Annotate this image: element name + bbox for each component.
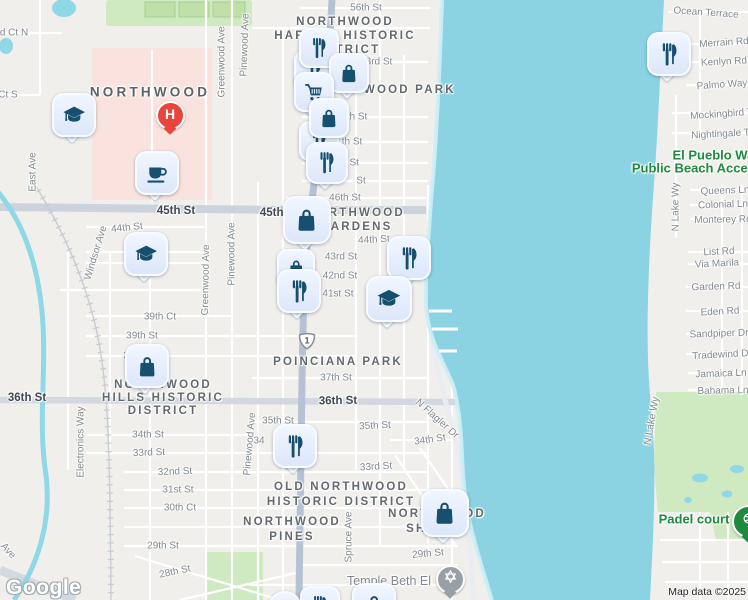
restaurant-icon [306, 142, 348, 184]
restaurant-icon [273, 424, 317, 468]
poi-label[interactable]: Padel court [659, 512, 730, 527]
graduation-cap-icon [52, 93, 96, 137]
search-icon [268, 591, 302, 600]
graduation-cap-icon [124, 232, 168, 276]
road-45th-st [0, 203, 426, 214]
restaurant-icon [647, 32, 691, 76]
coffee-icon [135, 151, 179, 195]
restaurant-map-marker[interactable] [277, 269, 321, 319]
shopping-bag-icon [309, 98, 349, 138]
map-attribution: Map data ©2025 [668, 586, 746, 598]
us-route-1-shield: 1 [297, 331, 317, 358]
graduation-cap-map-marker[interactable] [366, 276, 412, 329]
hospital-marker[interactable]: H [155, 100, 185, 135]
google-logo[interactable]: Google [6, 576, 81, 600]
restaurant-icon [300, 586, 340, 600]
sport-fields [144, 1, 246, 18]
map-canvas[interactable]: d Ct N Ct S 56th St 3rd St th St th St h St St 4… [0, 0, 748, 600]
restaurant-icon [277, 269, 321, 313]
synagogue-icon[interactable] [435, 564, 465, 599]
shopping-bag-icon [421, 489, 469, 537]
shopping-bag-icon [283, 196, 331, 244]
shopping-bag-icon [125, 344, 169, 388]
graduation-cap-map-marker[interactable] [124, 232, 168, 282]
shopping-bag-map-marker[interactable] [352, 583, 396, 600]
road-36th-st [0, 396, 457, 406]
coffee-map-marker[interactable] [135, 151, 179, 201]
shopping-bag-map-marker[interactable] [309, 98, 349, 144]
shopping-bag-map-marker[interactable] [125, 344, 169, 394]
restaurant-icon [387, 236, 431, 280]
synagogue-icon-glyph [443, 569, 458, 589]
padel-court-icon-glyph [741, 511, 748, 531]
restaurant-map-marker[interactable] [306, 142, 348, 190]
svg-text:1: 1 [304, 336, 309, 346]
restaurant-map-marker[interactable] [300, 586, 340, 600]
hospital-marker-glyph: H [164, 106, 176, 122]
shopping-bag-map-marker[interactable] [329, 53, 369, 99]
graduation-cap-icon [366, 276, 412, 322]
restaurant-map-marker[interactable] [387, 236, 431, 286]
search-map-marker[interactable] [268, 591, 302, 600]
shopping-bag-map-marker[interactable] [283, 196, 331, 251]
shopping-bag-icon [329, 53, 369, 93]
shopping-bag-icon [352, 583, 396, 600]
restaurant-map-marker[interactable] [647, 32, 691, 82]
graduation-cap-map-marker[interactable] [52, 93, 96, 143]
restaurant-map-marker[interactable] [273, 424, 317, 474]
shopping-bag-map-marker[interactable] [421, 489, 469, 544]
